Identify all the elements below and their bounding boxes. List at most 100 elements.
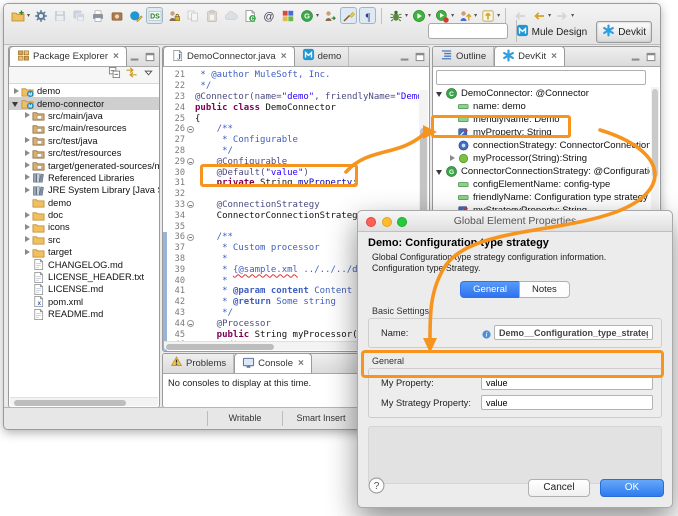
devkit-item-democonnector-connector[interactable]: CDemoConnector: @Connector [433,87,650,100]
devkit-item-name-demo[interactable]: name: demo [433,100,650,113]
pe-item-src-main-java[interactable]: src/main/java [9,110,159,122]
pe-item-src-test-java[interactable]: src/test/java [9,135,159,147]
devkit-item-friendlyname-configuration-type-strategy[interactable]: friendlyName: Configuration type strateg… [433,191,650,204]
fold-collapse-icon[interactable] [185,158,195,165]
tab-democonnector-java[interactable]: J DemoConnector.java × [163,46,295,66]
close-icon[interactable]: × [551,51,557,62]
collapse-all-icon[interactable] [108,66,121,84]
dropdown-arrow-icon[interactable]: ▾ [316,12,319,19]
dropdown-arrow-icon[interactable]: ▾ [428,12,431,19]
chevron-expanded-icon[interactable] [12,99,21,108]
code-line-23[interactable]: 23@Connector(name="demo", friendlyName="… [167,92,419,103]
tab-devkit[interactable]: DevKit × [494,46,565,66]
close-icon[interactable]: × [281,51,287,62]
close-icon[interactable]: × [298,358,304,369]
fold-collapse-icon[interactable] [185,234,195,241]
toolbar-profile-button[interactable] [433,7,450,24]
dropdown-arrow-icon[interactable]: ▾ [571,12,574,19]
my-strategy-property-input[interactable] [481,395,653,410]
minimize-icon[interactable] [129,50,141,68]
code-line-31[interactable]: 31 private String myProperty; [167,178,419,189]
toolbar-print-button[interactable] [89,7,106,24]
tab-demo[interactable]: demo [295,46,350,66]
chevron-collapsed-icon[interactable] [448,154,457,163]
devkit-item-connectorconnectionstrategy-configuration[interactable]: GConnectorConnectionStrategy: @Configura… [433,165,650,178]
chevron-collapsed-icon[interactable] [23,186,32,195]
code-line-32[interactable]: 32 [167,189,419,200]
pe-item-target-generated-sources-mule[interactable]: target/generated-sources/mule [9,159,159,171]
ok-button[interactable]: OK [600,479,664,497]
dropdown-arrow-icon[interactable]: ▾ [405,12,408,19]
devkit-item-configelementname-config-type[interactable]: configElementName: config-type [433,178,650,191]
close-icon[interactable]: × [113,51,119,62]
toolbar-new-wizard-button[interactable] [9,7,26,24]
pe-item-src-test-resources[interactable]: src/test/resources [9,147,159,159]
pe-item-demo[interactable]: Mdemo [9,85,159,97]
chevron-collapsed-icon[interactable] [12,87,21,96]
fold-collapse-icon[interactable] [185,201,195,208]
pe-item-src-main-resources[interactable]: src/main/resources [9,122,159,134]
quick-access-input[interactable] [428,23,508,39]
minimize-icon[interactable] [399,50,411,68]
pe-item-referenced-libraries[interactable]: Referenced Libraries [9,172,159,184]
maximize-icon[interactable] [144,50,156,68]
cancel-button[interactable]: Cancel [528,479,590,497]
toolbar-new-package-button[interactable] [279,7,296,24]
fold-collapse-icon[interactable] [185,126,195,133]
toolbar-mule-edit-button[interactable] [127,7,144,24]
pe-item-readme-md[interactable]: README.md [9,308,159,320]
devkit-item-myprocessor-string-string[interactable]: myProcessor(String):String [433,152,650,165]
code-line-22[interactable]: 22 */ [167,81,419,92]
code-line-21[interactable]: 21 * @author MuleSoft, Inc. [167,70,419,81]
tab-notes[interactable]: Notes [519,281,570,298]
toolbar-datasense-button[interactable]: DS [146,7,163,24]
pe-item-src[interactable]: src [9,234,159,246]
toolbar-new-annotation-button[interactable]: @ [260,7,277,24]
code-line-29[interactable]: 29 @Configurable [167,156,419,167]
chevron-expanded-icon[interactable] [436,89,445,98]
tab-console[interactable]: Console × [234,353,312,373]
chevron-collapsed-icon[interactable] [23,173,32,182]
devkit-item-connectionstrategy-connectorconnectionstr[interactable]: connectionStrategy: ConnectorConnectionS… [433,139,650,152]
code-line-30[interactable]: 30 @Default("value") [167,167,419,178]
dropdown-arrow-icon[interactable]: ▾ [548,12,551,19]
code-line-26[interactable]: 26 /** [167,124,419,135]
toolbar-new-java-class-button[interactable]: C [241,7,258,24]
chevron-collapsed-icon[interactable] [23,149,32,158]
toolbar-run-button[interactable] [410,7,427,24]
devkit-item-myproperty-string[interactable]: myProperty: String [433,126,650,139]
pe-item-jre-system-library-java-se-7[interactable]: JRE System Library [Java SE 7 [9,184,159,196]
toolbar-paintbrush-button[interactable] [340,7,357,24]
code-line-28[interactable]: 28 */ [167,146,419,157]
name-input[interactable] [494,325,653,340]
maximize-icon[interactable] [414,50,426,68]
devkit-item-friendlyname-demo[interactable]: friendlyName: Demo [433,113,650,126]
zoom-window-button[interactable] [397,217,407,227]
chevron-collapsed-icon[interactable] [23,235,32,244]
chevron-collapsed-icon[interactable] [23,248,32,257]
code-line-24[interactable]: 24public class DemoConnector [167,102,419,113]
pe-item-doc[interactable]: doc [9,209,159,221]
close-window-button[interactable] [366,217,376,227]
pe-item-icons[interactable]: icons [9,221,159,233]
dropdown-arrow-icon[interactable]: ▾ [497,12,500,19]
devkit-filter-input[interactable] [436,70,646,85]
toolbar-skip-breakpoints-button[interactable] [479,7,496,24]
my-property-input[interactable] [481,375,653,390]
pe-item-license-md[interactable]: LICENSE.md [9,283,159,295]
code-line-27[interactable]: 27 * Configurable [167,135,419,146]
chevron-expanded-icon[interactable] [436,167,445,176]
chevron-collapsed-icon[interactable] [23,223,32,232]
dialog-titlebar[interactable]: Global Element Properties [358,211,672,232]
package-explorer-hscrollbar[interactable] [10,397,158,406]
tab-problems[interactable]: Problems [163,353,234,373]
chevron-collapsed-icon[interactable] [23,111,32,120]
minimize-window-button[interactable] [382,217,392,227]
dropdown-arrow-icon[interactable]: ▾ [451,12,454,19]
pe-item-pom-xml[interactable]: xpom.xml [9,296,159,308]
toolbar-snapshot-button[interactable] [108,7,125,24]
code-line-25[interactable]: 25{ [167,113,419,124]
help-button[interactable]: ? [368,477,385,499]
minimize-icon[interactable] [630,50,642,68]
pe-item-demo-connector[interactable]: Mdemo-connector [9,97,159,109]
